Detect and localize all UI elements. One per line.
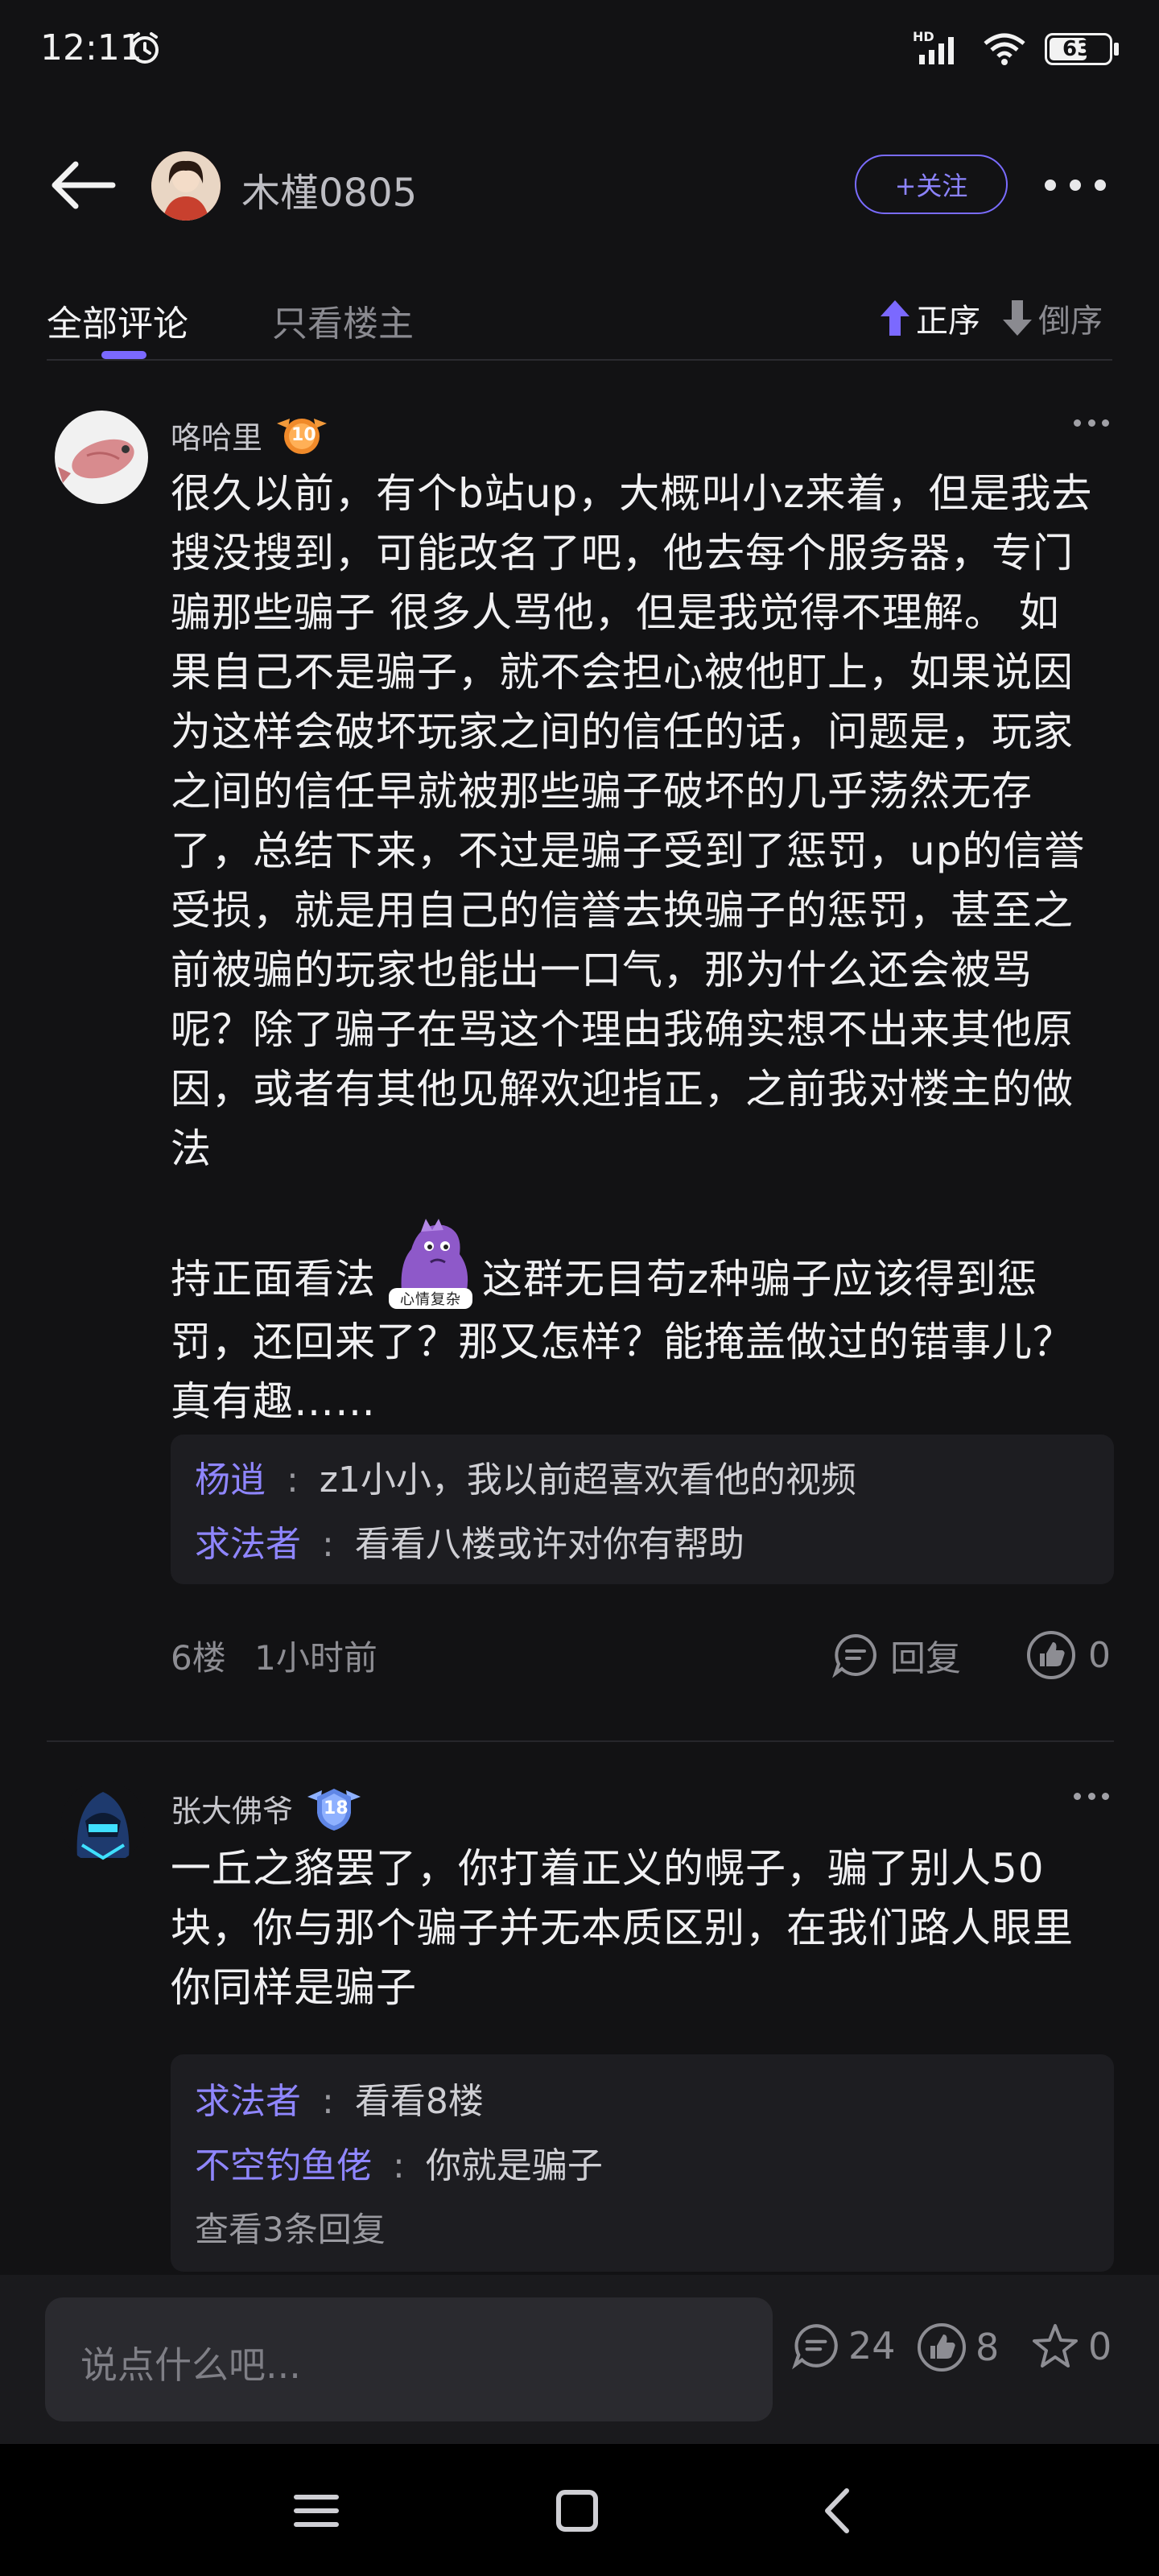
- sort-descending-button[interactable]: 倒序: [1001, 295, 1103, 341]
- dinosaur-sticker-icon: 心情复杂: [389, 1219, 472, 1309]
- reply-author: 不空钓鱼佬: [195, 2145, 372, 2186]
- view-more-replies-link[interactable]: 查看3条回复: [195, 2202, 386, 2252]
- reply-text: 看看8楼: [354, 2081, 484, 2122]
- back-icon[interactable]: [810, 2483, 866, 2539]
- reply-preview[interactable]: 求法者: 看看8楼 不空钓鱼佬: 你就是骗子 查看3条回复: [171, 2054, 1114, 2272]
- commenter-avatar[interactable]: [61, 1781, 145, 1864]
- comment-bubble-icon: [792, 2324, 838, 2370]
- battery-icon: 63: [1045, 33, 1119, 65]
- reply-line[interactable]: 求法者: 看看八楼或许对你有帮助: [195, 1515, 744, 1567]
- menu-icon[interactable]: [288, 2483, 344, 2539]
- tab-host-only[interactable]: 只看楼主: [272, 295, 414, 346]
- comment-text-continued: 持正面看法 心情复杂 这群无目苟z种骗子应该得到惩罚，还回来了？那又怎样？能掩盖…: [171, 1217, 1096, 1431]
- comment-time: 1小时前: [254, 1638, 377, 1678]
- post-like-button[interactable]: 8: [916, 2322, 999, 2373]
- tabs-divider: [47, 359, 1112, 361]
- reply-preview[interactable]: 杨逍: z1小小，我以前超喜欢看他的视频 求法者: 看看八楼或许对你有帮助: [171, 1435, 1114, 1584]
- more-options-icon[interactable]: [1045, 175, 1106, 195]
- arrow-up-icon: [881, 300, 909, 336]
- star-icon: [1033, 2324, 1078, 2368]
- signal-icon: HD: [913, 29, 964, 66]
- reply-author: 杨逍: [195, 1459, 266, 1501]
- commenter-avatar[interactable]: [55, 411, 148, 504]
- reply-line[interactable]: 杨逍: z1小小，我以前超喜欢看他的视频: [195, 1451, 856, 1502]
- reply-text: 你就是骗子: [425, 2145, 603, 2186]
- status-bar: 12:11 HD 63: [0, 0, 1159, 97]
- favorite-button[interactable]: 0: [1030, 2322, 1112, 2372]
- author-name[interactable]: 木槿0805: [241, 161, 417, 217]
- follow-button[interactable]: +关注: [855, 155, 1008, 214]
- comment-text: 一丘之貉罢了，你打着正义的幌子，骗了别人50块，你与那个骗子并无本质区别，在我们…: [171, 1845, 1074, 2011]
- back-arrow-icon[interactable]: [48, 159, 116, 211]
- comment-input[interactable]: 说点什么吧...: [45, 2297, 773, 2421]
- reply-text: 看看八楼或许对你有帮助: [354, 1524, 744, 1565]
- author-avatar[interactable]: [151, 151, 221, 221]
- comment-more-icon[interactable]: [1074, 1790, 1109, 1802]
- comment-bubble-icon: [832, 1633, 876, 1678]
- commenter-info: 咯哈里 10: [171, 412, 330, 457]
- comment-text: 很久以前，有个b站up，大概叫小z来着，但是我去搜没搜到，可能改名了吧，他去每个…: [171, 470, 1093, 1172]
- reply-author: 求法者: [195, 1524, 301, 1565]
- level-badge: 18: [304, 1784, 364, 1832]
- tab-all-comments[interactable]: 全部评论: [47, 295, 188, 346]
- comment-item: 咯哈里 10 很久以前，有个b站up，大概叫小z来着，但是我去搜没搜到，可能改名…: [0, 386, 1159, 1742]
- alarm-icon: [131, 32, 159, 64]
- like-button[interactable]: 0: [1025, 1629, 1111, 1681]
- reply-line[interactable]: 不空钓鱼佬: 你就是骗子: [195, 2136, 603, 2188]
- bottom-action-bar: 说点什么吧... 24 8 0: [0, 2275, 1159, 2444]
- commenter-name[interactable]: 咯哈里: [171, 413, 262, 457]
- reply-author: 求法者: [195, 2081, 301, 2122]
- comment-meta: 6楼 1小时前: [171, 1631, 377, 1680]
- commenter-name[interactable]: 张大佛爷: [171, 1786, 293, 1831]
- comment-item: 张大佛爷 18 一丘之貉罢了，你打着正义的幌子，骗了别人50块，你与那个骗子并无…: [0, 1755, 1159, 2286]
- thumbs-up-icon: [1027, 1631, 1075, 1679]
- thumbs-up-icon: [918, 2323, 966, 2372]
- reply-button[interactable]: 回复: [832, 1629, 961, 1681]
- comment-divider: [47, 1740, 1114, 1742]
- comment-count-button[interactable]: 24: [792, 2322, 896, 2370]
- home-icon[interactable]: [549, 2483, 605, 2539]
- reply-text: z1小小，我以前超喜欢看他的视频: [319, 1459, 856, 1501]
- svg-text:心情复杂: 心情复杂: [400, 1291, 461, 1308]
- comment-more-icon[interactable]: [1074, 417, 1109, 428]
- wifi-icon: [984, 33, 1025, 65]
- comment-input-placeholder: 说点什么吧...: [80, 2343, 301, 2387]
- comment-tabs: 全部评论 只看楼主 正序 倒序: [0, 282, 1159, 362]
- floor-number: 6楼: [171, 1638, 226, 1678]
- sort-ascending-button[interactable]: 正序: [879, 295, 980, 341]
- arrow-down-icon: [1003, 300, 1032, 336]
- tab-active-indicator: [101, 351, 146, 359]
- reply-line[interactable]: 求法者: 看看8楼: [195, 2072, 484, 2124]
- level-badge: 10: [274, 412, 330, 457]
- system-navigation-bar: [0, 2444, 1159, 2576]
- commenter-info: 张大佛爷 18: [171, 1784, 364, 1832]
- post-header: 木槿0805 +关注: [0, 129, 1159, 242]
